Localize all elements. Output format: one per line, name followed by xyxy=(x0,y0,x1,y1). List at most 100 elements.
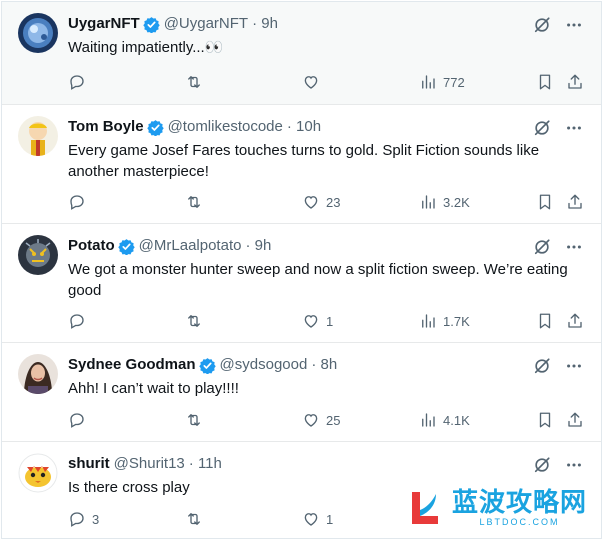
avatar[interactable] xyxy=(18,13,58,53)
verified-badge-icon xyxy=(146,119,164,136)
analytics-icon xyxy=(422,75,435,89)
timestamp[interactable]: · 11h xyxy=(189,454,222,474)
bookmark-icon xyxy=(539,412,551,428)
bookmark-icon xyxy=(539,74,551,90)
display-name[interactable]: Sydnee Goodman xyxy=(68,355,196,375)
display-name[interactable]: shurit xyxy=(68,454,110,474)
verified-badge-icon xyxy=(117,238,135,255)
like-button[interactable]: 1 xyxy=(302,311,333,331)
reply-icon xyxy=(70,195,84,210)
retweet-button[interactable] xyxy=(185,72,209,92)
bookmark-button[interactable] xyxy=(536,192,554,212)
reply-feed: UygarNFT @UygarNFT · 9h Waiting impatien… xyxy=(1,1,602,539)
handle[interactable]: @tomlikestocode xyxy=(168,117,283,137)
like-button[interactable] xyxy=(302,72,326,92)
grok-icon[interactable] xyxy=(533,456,551,479)
retweet-button[interactable] xyxy=(185,509,209,529)
like-button[interactable]: 25 xyxy=(302,410,340,430)
avatar[interactable] xyxy=(18,354,58,394)
share-button[interactable] xyxy=(566,311,584,331)
heart-icon xyxy=(304,76,318,89)
timestamp[interactable]: · 9h xyxy=(245,236,271,256)
handle[interactable]: @sydsogood xyxy=(220,355,308,375)
reply-button[interactable]: 3 xyxy=(68,509,99,529)
retweet-button[interactable] xyxy=(185,192,209,212)
reply-count: 3 xyxy=(92,511,100,527)
handle[interactable]: @Shurit13 xyxy=(114,454,185,474)
tweet-text: Waiting impatiently...👀 xyxy=(68,39,224,56)
verified-badge-icon xyxy=(198,357,216,374)
handle[interactable]: @MrLaalpotato xyxy=(139,236,242,256)
display-name[interactable]: Tom Boyle xyxy=(68,117,144,137)
tweet-item[interactable]: Tom Boyle @tomlikestocode · 10h Every ga… xyxy=(2,105,601,224)
views-button[interactable]: 3.2K xyxy=(419,192,470,212)
view-count: 4.1K xyxy=(443,412,470,428)
analytics-icon xyxy=(422,195,435,209)
views-button[interactable]: 4.1K xyxy=(419,410,470,430)
reply-button[interactable] xyxy=(68,72,92,92)
analytics-icon xyxy=(422,413,435,427)
heart-icon xyxy=(304,315,318,328)
handle[interactable]: @UygarNFT xyxy=(164,14,248,34)
display-name[interactable]: UygarNFT xyxy=(68,14,140,34)
reply-icon xyxy=(70,512,84,527)
share-icon xyxy=(568,74,582,89)
watermark-text: 蓝波攻略网 xyxy=(451,488,587,518)
tweet-text: Ahh! I can’t wait to play!!!! xyxy=(68,380,239,397)
share-button[interactable] xyxy=(566,192,584,212)
tweet-item[interactable]: Potato @MrLaalpotato · 9h We got a monst… xyxy=(2,224,601,343)
watermark-subtext: LBTDOC.COM xyxy=(479,517,560,527)
reply-button[interactable] xyxy=(68,410,92,430)
more-options-icon[interactable] xyxy=(565,238,583,261)
avatar[interactable] xyxy=(18,235,58,275)
tweet-item[interactable]: Sydnee Goodman @sydsogood · 8h Ahh! I ca… xyxy=(2,343,601,442)
heart-icon xyxy=(304,196,318,209)
grok-icon[interactable] xyxy=(533,238,551,261)
grok-icon[interactable] xyxy=(533,357,551,380)
display-name[interactable]: Potato xyxy=(68,236,115,256)
avatar[interactable] xyxy=(18,453,58,493)
grok-icon[interactable] xyxy=(533,119,551,142)
more-options-icon[interactable] xyxy=(565,357,583,380)
view-count: 3.2K xyxy=(443,194,470,210)
bookmark-button[interactable] xyxy=(536,72,554,92)
retweet-icon xyxy=(188,196,200,208)
like-button[interactable]: 1 xyxy=(302,509,333,529)
share-icon xyxy=(568,412,582,427)
retweet-icon xyxy=(188,315,200,327)
retweet-icon xyxy=(188,513,200,525)
bookmark-button[interactable] xyxy=(536,311,554,331)
view-count: 772 xyxy=(443,74,465,90)
more-options-icon[interactable] xyxy=(565,456,583,479)
timestamp[interactable]: · 9h xyxy=(252,14,278,34)
watermark: 蓝波攻略网 LBTDOC.COM xyxy=(401,486,591,530)
retweet-button[interactable] xyxy=(185,410,209,430)
share-icon xyxy=(568,194,582,209)
more-options-icon[interactable] xyxy=(565,119,583,142)
avatar[interactable] xyxy=(18,116,58,156)
views-button[interactable]: 772 xyxy=(419,72,465,92)
verified-badge-icon xyxy=(142,16,160,33)
reply-button[interactable] xyxy=(68,192,92,212)
timestamp[interactable]: · 8h xyxy=(311,355,337,375)
tweet-item[interactable]: UygarNFT @UygarNFT · 9h Waiting impatien… xyxy=(2,2,601,105)
tweet-text: Every game Josef Fares touches turns to … xyxy=(68,142,540,180)
reply-icon xyxy=(70,75,84,90)
more-options-icon[interactable] xyxy=(565,16,583,39)
retweet-icon xyxy=(188,414,200,426)
share-button[interactable] xyxy=(566,72,584,92)
grok-icon[interactable] xyxy=(533,16,551,39)
bookmark-button[interactable] xyxy=(536,410,554,430)
analytics-icon xyxy=(422,314,435,328)
reply-icon xyxy=(70,413,84,428)
share-button[interactable] xyxy=(566,410,584,430)
retweet-button[interactable] xyxy=(185,311,209,331)
like-count: 1 xyxy=(326,511,334,527)
views-button[interactable]: 1.7K xyxy=(419,311,470,331)
heart-icon xyxy=(304,414,318,427)
reply-button[interactable] xyxy=(68,311,92,331)
like-button[interactable]: 23 xyxy=(302,192,340,212)
timestamp[interactable]: · 10h xyxy=(287,117,321,137)
like-count: 25 xyxy=(326,412,341,428)
like-count: 23 xyxy=(326,194,341,210)
